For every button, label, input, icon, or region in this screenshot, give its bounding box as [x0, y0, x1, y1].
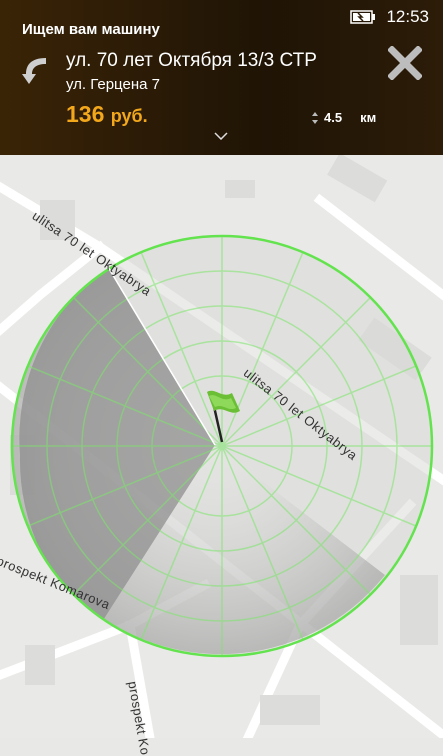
- destination-address: ул. Герцена 7: [66, 76, 160, 93]
- route-info: ул. 70 лет Октября 13/3 СТР ул. Герцена …: [66, 50, 317, 93]
- pickup-address: ул. 70 лет Октября 13/3 СТР: [66, 50, 317, 71]
- header: Ищем вам машину 12:53 ул. 70 лет Октября…: [0, 0, 443, 155]
- chevron-down-icon[interactable]: [214, 132, 228, 140]
- price: 136 руб.: [66, 101, 148, 128]
- status-bar: 12:53: [350, 7, 429, 27]
- close-icon[interactable]: [388, 46, 422, 80]
- map[interactable]: ulitsa 70 let Oktyabrya ulitsa 70 let Ok…: [0, 153, 443, 756]
- clock: 12:53: [386, 7, 429, 26]
- distance: 4.5 км: [312, 110, 376, 125]
- distance-unit: км: [360, 110, 377, 125]
- back-arrow-icon[interactable]: [20, 54, 50, 90]
- price-unit: руб.: [110, 106, 148, 126]
- distance-value: 4.5: [324, 110, 343, 125]
- price-value: 136: [66, 101, 105, 127]
- distance-arrows-icon: [312, 111, 318, 124]
- screen-title: Ищем вам машину: [22, 21, 160, 38]
- battery-icon: [350, 10, 376, 24]
